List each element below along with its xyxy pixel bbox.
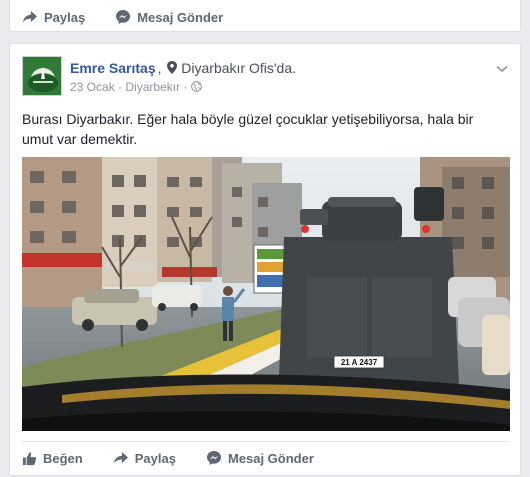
post-photo[interactable]: 21 A 2437 — [22, 157, 510, 431]
share-label: Paylaş — [44, 9, 86, 25]
share-icon — [113, 452, 128, 464]
share-icon — [23, 11, 37, 23]
location-link[interactable]: Diyarbakır Ofis'da. — [181, 60, 296, 76]
messenger-icon — [116, 10, 131, 24]
meta-dot: · — [118, 80, 123, 94]
post-text: Burası Diyarbakır. Eğer hala böyle güzel… — [22, 111, 474, 147]
previous-post-card: Paylaş Mesaj Gönder — [9, 0, 521, 32]
thumbs-up-icon — [22, 451, 37, 465]
post-place[interactable]: Diyarbekır — [125, 80, 180, 94]
like-label: Beğen — [43, 450, 83, 466]
share-button[interactable]: Paylaş — [113, 451, 176, 466]
chevron-down-icon — [496, 65, 508, 73]
location-pin-icon — [167, 61, 178, 74]
send-message-label: Mesaj Gönder — [227, 450, 314, 466]
post-header: Emre Sarıtaş, Diyarbakır Ofis'da. — [70, 59, 296, 77]
send-message-button[interactable]: Mesaj Gönder — [206, 450, 314, 466]
street-photo-illustration: 21 A 2437 — [22, 157, 510, 431]
actions-divider — [22, 441, 508, 442]
author-name[interactable]: Emre Sarıtaş — [70, 60, 156, 76]
license-plate-text: 21 A 2437 — [341, 358, 378, 367]
previous-post-actions: Paylaş Mesaj Gönder — [22, 2, 253, 32]
avatar-image — [23, 57, 61, 95]
send-message-button[interactable]: Mesaj Gönder — [115, 9, 223, 25]
post-card: Emre Sarıtaş, Diyarbakır Ofis'da. 23 Oca… — [9, 43, 521, 476]
share-label: Paylaş — [134, 450, 176, 466]
post-options-button[interactable] — [496, 60, 508, 78]
messenger-icon — [206, 451, 221, 465]
meta-dot-2: · — [183, 80, 188, 94]
post-meta: 23 Ocak · Diyarbekır · — [70, 80, 202, 94]
globe-icon — [190, 81, 202, 92]
post-date[interactable]: 23 Ocak — [70, 80, 115, 94]
send-message-label: Mesaj Gönder — [137, 9, 224, 25]
author-avatar[interactable] — [22, 56, 62, 96]
location-separator: , — [157, 60, 162, 76]
share-button[interactable]: Paylaş — [22, 10, 85, 25]
like-button[interactable]: Beğen — [22, 451, 83, 466]
post-actions: Beğen Paylaş Mesaj Gönder — [22, 443, 344, 473]
